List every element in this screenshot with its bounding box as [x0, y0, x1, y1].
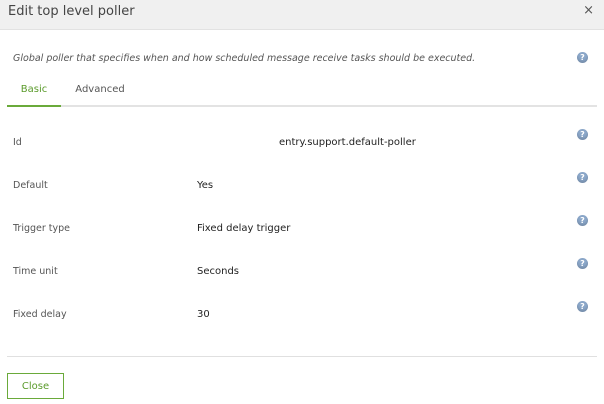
- close-button[interactable]: Close: [7, 373, 64, 399]
- help-icon[interactable]: ?: [577, 52, 588, 63]
- field-value-id: entry.support.default-poller: [279, 137, 416, 148]
- field-label-id: Id: [13, 137, 22, 148]
- help-icon[interactable]: ?: [577, 172, 588, 183]
- dialog-description: Global poller that specifies when and ho…: [13, 53, 476, 64]
- field-label-default: Default: [13, 180, 48, 191]
- dialog-header: Edit top level poller ×: [0, 0, 604, 30]
- field-value-trigger-type[interactable]: Fixed delay trigger: [197, 223, 290, 234]
- field-value-fixed-delay[interactable]: 30: [197, 309, 210, 320]
- field-value-time-unit[interactable]: Seconds: [197, 266, 239, 277]
- field-label-fixed-delay: Fixed delay: [13, 309, 67, 320]
- help-icon[interactable]: ?: [577, 215, 588, 226]
- field-label-time-unit: Time unit: [13, 266, 58, 277]
- tab-basic[interactable]: Basic: [7, 84, 61, 107]
- help-icon[interactable]: ?: [577, 301, 588, 312]
- tab-advanced[interactable]: Advanced: [67, 84, 133, 107]
- dialog-title: Edit top level poller: [8, 4, 135, 19]
- tab-bar: Basic Advanced: [7, 80, 597, 107]
- help-icon[interactable]: ?: [577, 129, 588, 140]
- footer-divider: [7, 356, 597, 357]
- close-icon[interactable]: ×: [583, 3, 594, 18]
- field-label-trigger-type: Trigger type: [13, 223, 71, 234]
- field-value-default[interactable]: Yes: [197, 180, 213, 191]
- help-icon[interactable]: ?: [577, 258, 588, 269]
